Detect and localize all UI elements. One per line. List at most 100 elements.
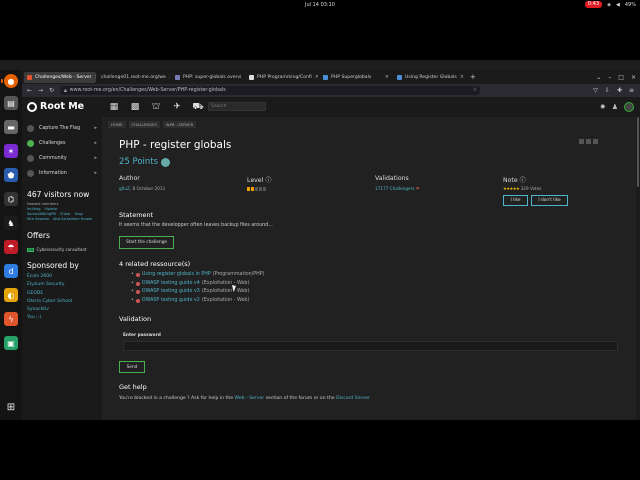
- close-window-icon[interactable]: ×: [631, 74, 636, 81]
- sponsor-link[interactable]: École 2600: [27, 273, 72, 281]
- sponsor-link[interactable]: Oteria Cyber School: [27, 298, 72, 306]
- share-icon[interactable]: [593, 139, 598, 144]
- discord-link[interactable]: Discord Server: [336, 396, 370, 401]
- scrollbar-thumb[interactable]: [637, 117, 639, 187]
- tab-list-icon[interactable]: ⌄: [596, 74, 601, 81]
- forum-link[interactable]: Web - Server: [235, 396, 265, 401]
- search-input[interactable]: Search: [208, 102, 266, 111]
- sponsor-link[interactable]: Synacktiv: [27, 306, 72, 314]
- shop-icon[interactable]: ⛟: [192, 102, 204, 112]
- tab-challenges[interactable]: Challenges/Web - Server×: [24, 71, 96, 83]
- url-bar[interactable]: 🔒︎ www.root-me.org/en/Challenges/Web-Ser…: [60, 86, 481, 95]
- breadcrumb-challenges[interactable]: CHALLENGES: [128, 121, 160, 128]
- start-challenge-button[interactable]: Start the challenge: [119, 236, 174, 249]
- challenge-content: PHP - register globals 25 Points Author …: [119, 135, 624, 420]
- tab-php-programming[interactable]: PHP Programming/Confi ×: [246, 72, 318, 83]
- menu-icon[interactable]: ≡: [629, 87, 634, 94]
- kali-dragon-icon[interactable]: ♞: [4, 216, 18, 230]
- close-icon[interactable]: ×: [95, 74, 96, 80]
- votes-count: 329 Votes: [520, 186, 542, 191]
- maximize-icon[interactable]: □: [618, 74, 624, 81]
- challenges-icon[interactable]: ▩: [129, 102, 141, 112]
- tools-icon[interactable]: ✈: [171, 102, 183, 112]
- validations-link[interactable]: 17177 Challengers: [375, 186, 415, 191]
- like-button[interactable]: I like: [503, 195, 528, 206]
- sponsor-link[interactable]: GEODE: [27, 290, 72, 298]
- tab-php-superglobals[interactable]: PHP Superglobals ×: [320, 72, 392, 83]
- system-clock[interactable]: Jul 14 03:10: [0, 2, 640, 8]
- dislike-button[interactable]: I don't like: [531, 195, 568, 206]
- d-app-icon[interactable]: d: [4, 264, 18, 278]
- notes-app-icon[interactable]: ▣: [4, 336, 18, 350]
- member-link[interactable]: Mra Saweeo: [27, 217, 49, 222]
- resource-link[interactable]: Using register globals in PHP: [142, 271, 211, 280]
- minimize-icon[interactable]: –: [608, 74, 611, 81]
- level-bars: [247, 187, 266, 191]
- shield-app-icon[interactable]: ⬟: [4, 168, 18, 182]
- share-icon[interactable]: [586, 139, 591, 144]
- bookmark-star-icon[interactable]: ☆: [473, 88, 477, 93]
- system-tray[interactable]: 0:43 ◈ ◀ 49%: [584, 1, 636, 8]
- close-icon[interactable]: ×: [460, 74, 464, 80]
- downloads-icon[interactable]: ⇩: [605, 87, 610, 94]
- sponsor-link[interactable]: Elysium Security: [27, 281, 72, 289]
- umbrella-app-icon[interactable]: ☂: [4, 240, 18, 254]
- share-icon[interactable]: [579, 139, 584, 144]
- page-scrollbar[interactable]: [636, 117, 640, 420]
- author-link[interactable]: g0uZ: [119, 186, 130, 191]
- duck-app-icon[interactable]: ◐: [4, 288, 18, 302]
- notifications-icon[interactable]: ♟: [612, 103, 618, 111]
- avatar[interactable]: [624, 102, 634, 112]
- breadcrumb-web-server[interactable]: WEB - SERVER: [162, 121, 197, 128]
- flag-icon: ⚑: [415, 186, 420, 191]
- dock: ● ▤ ▬ ✶ ⬟ ⌬ ♞ ☂ d ◐ ϟ ▣ ⊞: [0, 70, 22, 420]
- info-icon: ⓘ: [519, 177, 526, 184]
- firefox-icon[interactable]: ●: [1, 74, 18, 88]
- sponsor-link[interactable]: You ;-): [27, 314, 72, 322]
- tab-php-superglobals-overview[interactable]: PHP: super-globals overvi×: [172, 72, 244, 83]
- settings-icon[interactable]: ✹: [600, 103, 606, 111]
- resource-icon: [135, 298, 140, 303]
- sidebar-item-challenges[interactable]: Challenges ▸: [22, 136, 102, 150]
- ctf-icon[interactable]: ▦: [108, 102, 120, 112]
- sidebar-item-community[interactable]: Community ▸: [22, 151, 102, 165]
- author-info: g0uZ, 8 October 2011: [119, 186, 166, 191]
- rootme-logo[interactable]: Root Me: [27, 101, 84, 112]
- recording-badge[interactable]: 0:43: [584, 1, 603, 8]
- reload-icon[interactable]: ↻: [49, 87, 54, 94]
- offer-item[interactable]: ESI Cybersecurity consultant: [27, 247, 87, 252]
- folder-icon[interactable]: ▬: [4, 120, 18, 134]
- burp-icon[interactable]: ϟ: [4, 312, 18, 326]
- extensions-icon[interactable]: ✚: [617, 87, 622, 94]
- level-bar: [247, 187, 250, 191]
- back-icon[interactable]: ←: [27, 87, 32, 94]
- info-icon: [27, 169, 34, 177]
- send-button[interactable]: Send: [119, 361, 145, 373]
- info-icon: ⓘ: [265, 177, 272, 184]
- resource-link[interactable]: OWASP testing guide v3: [142, 288, 200, 297]
- resource-link[interactable]: OWASP testing guide v4: [142, 280, 200, 289]
- member-link[interactable]: Abd Alcasimon Kroom: [53, 217, 92, 222]
- url-text[interactable]: www.root-me.org/en/Challenges/Web-Server…: [70, 88, 226, 93]
- list-item: • OWASP testing guide v2 (Exploitation - …: [131, 297, 265, 306]
- network-tool-icon[interactable]: ⌬: [4, 192, 18, 206]
- resource-link[interactable]: OWASP testing guide v2: [142, 297, 200, 306]
- hacker-app-icon[interactable]: ✶: [4, 144, 18, 158]
- new-tab-button[interactable]: +: [470, 73, 476, 81]
- community-icon[interactable]: ⛫: [150, 102, 162, 112]
- close-icon[interactable]: ×: [385, 74, 389, 80]
- sidebar-item-capture-the-flag[interactable]: Capture The Flag ▸: [22, 121, 102, 135]
- close-icon[interactable]: ×: [315, 74, 318, 80]
- breadcrumb-home[interactable]: HOME: [108, 121, 126, 128]
- files-icon[interactable]: ▤: [4, 96, 18, 110]
- help-text: You're blocked in a challenge ? Ask for …: [119, 396, 370, 401]
- tab-challenge01[interactable]: challenge01.root-me.org/we×: [98, 72, 170, 83]
- app-grid-icon[interactable]: ⊞: [5, 402, 17, 414]
- statement-heading: Statement: [119, 211, 154, 219]
- sidebar-item-information[interactable]: Information ▸: [22, 166, 102, 180]
- pocket-icon[interactable]: ▽: [593, 87, 598, 94]
- tab-using-register-globals[interactable]: Using Register Globals ×: [394, 72, 466, 83]
- close-icon[interactable]: ×: [169, 74, 170, 80]
- password-input[interactable]: [123, 341, 618, 351]
- forward-icon[interactable]: →: [38, 87, 43, 94]
